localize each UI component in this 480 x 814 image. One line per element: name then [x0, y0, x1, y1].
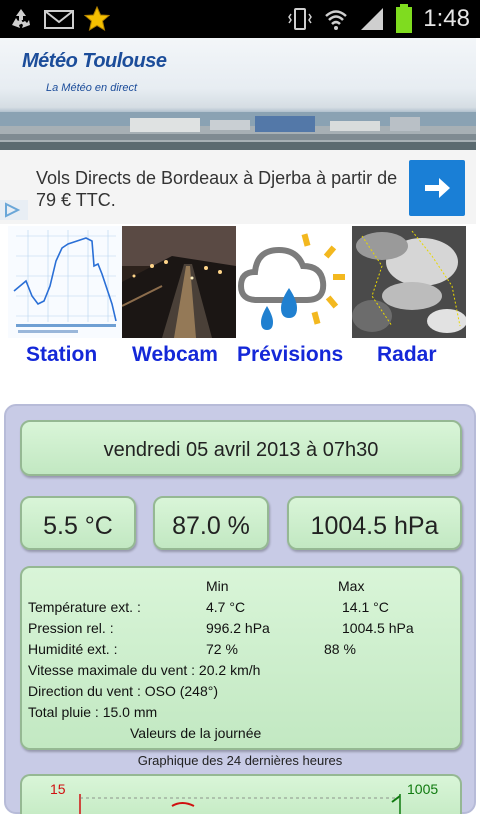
wifi-icon [325, 10, 348, 30]
nav-previsions[interactable]: Prévisions [237, 343, 343, 367]
graph-caption: Graphique des 24 dernières heures [137, 753, 343, 768]
rain-sun-icon[interactable] [237, 226, 351, 338]
site-title: Météo Toulouse [22, 50, 167, 72]
city-skyline-image [0, 112, 476, 150]
pressure-value: 1004.5 hPa [310, 512, 439, 540]
station-graph-thumbnail[interactable] [8, 226, 122, 338]
ad-text[interactable]: Vols Directs de Bordeaux à Djerba à part… [36, 167, 401, 211]
nav-station[interactable]: Station [26, 343, 97, 367]
temperature-box: 5.5 °C [20, 496, 136, 550]
temperature-label: Température ext. : [28, 599, 141, 615]
site-subtitle: La Météo en direct [46, 82, 138, 94]
advertisement[interactable]: Vols Directs de Bordeaux à Djerba à part… [0, 150, 476, 224]
pressure-label: Pression rel. : [28, 620, 114, 636]
signal-icon [361, 8, 384, 30]
humidity-value: 87.0 % [172, 512, 250, 540]
weather-panel: vendredi 05 avril 2013 à 07h30 5.5 °C 87… [4, 404, 476, 814]
daily-values-footer: Valeurs de la journée [130, 725, 262, 741]
status-bar: 1:48 [0, 0, 480, 38]
nav-webcam[interactable]: Webcam [132, 343, 218, 367]
temperature-min: 4.7 °C [206, 599, 246, 615]
humidity-box: 87.0 % [153, 496, 269, 550]
clock: 1:48 [423, 5, 470, 32]
humidity-max: 88 % [324, 641, 356, 657]
battery-icon [396, 4, 413, 33]
vibrate-icon [288, 8, 313, 30]
date-box: vendredi 05 avril 2013 à 07h30 [20, 420, 462, 476]
max-wind-speed: Vitesse maximale du vent : 20.2 km/h [28, 662, 261, 678]
arrow-right-icon [425, 178, 450, 198]
wind-direction: Direction du vent : OSO (248°) [28, 683, 219, 699]
total-rain: Total pluie : 15.0 mm [28, 704, 158, 720]
pressure-min: 996.2 hPa [206, 620, 270, 636]
main-navigation: Station Webcam Prévisions Radar [0, 226, 480, 376]
ad-go-button[interactable] [409, 160, 465, 216]
pressure-max: 1004.5 hPa [342, 620, 414, 636]
max-header: Max [338, 578, 365, 594]
star-icon [84, 6, 110, 32]
recycle-icon [12, 9, 30, 28]
pressure-box: 1004.5 hPa [287, 496, 462, 550]
humidity-min: 72 % [206, 641, 238, 657]
temperature-value: 5.5 °C [43, 512, 113, 540]
webcam-thumbnail[interactable] [122, 226, 236, 338]
min-header: Min [206, 578, 229, 594]
radar-thumbnail[interactable] [352, 226, 466, 338]
graph-24h: 15 1005 [20, 774, 462, 814]
daily-details-box: Min Max Température ext. : 4.7 °C 14.1 °… [20, 566, 462, 750]
humidity-label: Humidité ext. : [28, 641, 118, 657]
observation-date: vendredi 05 avril 2013 à 07h30 [103, 439, 379, 461]
nav-radar[interactable]: Radar [377, 343, 437, 367]
adchoices-icon[interactable] [0, 200, 28, 220]
temperature-max: 14.1 °C [342, 599, 389, 615]
mail-icon [44, 10, 74, 29]
graph-plot-area [79, 794, 401, 814]
header-banner[interactable]: Météo Toulouse La Météo en direct [0, 38, 476, 150]
